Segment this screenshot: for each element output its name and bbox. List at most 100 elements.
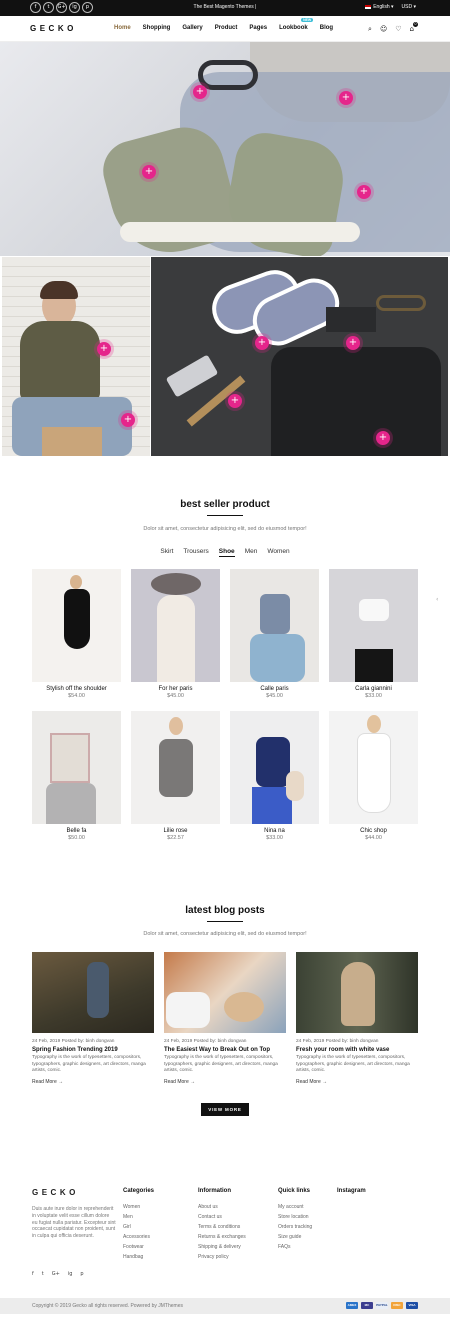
nav-home[interactable]: Home <box>114 25 131 31</box>
hotspot-plus-icon[interactable]: + <box>97 342 111 356</box>
hotspot-plus-icon[interactable]: + <box>228 394 242 408</box>
footer-link[interactable]: My account <box>278 1202 312 1212</box>
product-card[interactable]: For her paris $45.00 <box>131 569 220 699</box>
model-head <box>70 575 82 589</box>
footer-link[interactable]: Girl <box>123 1222 154 1232</box>
footer-link[interactable]: Size guide <box>278 1232 312 1242</box>
product-image[interactable] <box>32 711 121 824</box>
footer-link[interactable]: About us <box>198 1202 246 1212</box>
product-name[interactable]: For her paris <box>131 686 220 692</box>
nav-pages[interactable]: Pages <box>249 25 267 31</box>
footer-link[interactable]: Terms & conditions <box>198 1222 246 1232</box>
product-image[interactable] <box>329 569 418 682</box>
facebook-icon[interactable]: f <box>32 1271 34 1277</box>
tab-trousers[interactable]: Trousers <box>183 548 208 557</box>
read-more-link[interactable]: Read More → <box>164 1079 286 1085</box>
post-sneaker <box>166 992 210 1028</box>
blog-post-title[interactable]: The Easiest Way to Break Out on Top <box>164 1047 286 1053</box>
product-card[interactable]: Carla giannini $33.00 <box>329 569 418 699</box>
footer-social-links: f t G+ ig p <box>32 1271 84 1277</box>
tab-shoe[interactable]: Shoe <box>218 548 235 557</box>
tab-men[interactable]: Men <box>245 548 258 557</box>
footer-link[interactable]: Privacy policy <box>198 1252 246 1262</box>
hotspot-plus-icon[interactable]: + <box>376 431 390 445</box>
product-card[interactable]: Lilie rose $22.57 <box>131 711 220 841</box>
footer-link[interactable]: Returns & exchanges <box>198 1232 246 1242</box>
nav-lookbook[interactable]: Lookbook NEW <box>279 18 314 31</box>
heart-icon[interactable]: ♡ <box>395 25 401 34</box>
footer-link[interactable]: Women <box>123 1202 154 1212</box>
blog-post-card[interactable]: 24 Feb, 2019 Posted by: binh dongvan Spr… <box>32 952 154 1085</box>
language-selector[interactable]: English ▾ <box>365 4 394 10</box>
blog-subtitle: Dolor sit amet, consectetur adipisicing … <box>143 931 307 937</box>
footer-link[interactable]: Shipping & delivery <box>198 1242 246 1252</box>
product-card[interactable]: Belle fa $50.00 <box>32 711 121 841</box>
footer-link[interactable]: Men <box>123 1212 154 1222</box>
product-image[interactable] <box>131 569 220 682</box>
google-plus-icon[interactable]: G+ <box>52 1271 60 1277</box>
footer-link[interactable]: Handbag <box>123 1252 154 1262</box>
blog-post-card[interactable]: 24 Feb, 2019 Posted by: binh dongvan The… <box>164 952 286 1085</box>
blog-post-title[interactable]: Fresh your room with white vase <box>296 1047 418 1053</box>
product-name[interactable]: Nina na <box>230 828 319 834</box>
read-more-link[interactable]: Read More → <box>32 1079 154 1085</box>
hotspot-plus-icon[interactable]: + <box>346 336 360 350</box>
model-fur <box>286 771 304 801</box>
blog-post-image[interactable] <box>32 952 154 1033</box>
product-card[interactable]: Stylish off the shoulder $54.00 <box>32 569 121 699</box>
hotspot-plus-icon[interactable]: + <box>357 185 371 199</box>
footer-link[interactable]: Store location <box>278 1212 312 1222</box>
site-logo[interactable]: GECKO <box>30 24 77 33</box>
footer-logo[interactable]: GECKO <box>32 1188 79 1197</box>
best-seller-underline <box>207 515 243 516</box>
product-name[interactable]: Chic shop <box>329 828 418 834</box>
footer-link[interactable]: Accessories <box>123 1232 154 1242</box>
footer-link[interactable]: Footwear <box>123 1242 154 1252</box>
instagram-icon[interactable]: ig <box>68 1271 73 1277</box>
read-more-link[interactable]: Read More → <box>296 1079 418 1085</box>
product-image[interactable] <box>131 711 220 824</box>
view-more-button[interactable]: VIEW MORE <box>201 1103 249 1116</box>
user-icon[interactable]: ☺ <box>380 25 387 34</box>
tab-skirt[interactable]: Skirt <box>160 548 173 557</box>
product-name[interactable]: Stylish off the shoulder <box>32 686 121 692</box>
footer-link[interactable]: Orders tracking <box>278 1222 312 1232</box>
nav-blog[interactable]: Blog <box>320 25 333 31</box>
promo-label: The Best Magento Themes <box>193 4 254 10</box>
product-name[interactable]: Calle paris <box>230 686 319 692</box>
hotspot-plus-icon[interactable]: + <box>339 91 353 105</box>
language-label: English <box>373 4 390 10</box>
blog-post-image[interactable] <box>164 952 286 1033</box>
hotspot-plus-icon[interactable]: + <box>193 85 207 99</box>
hotspot-plus-icon[interactable]: + <box>121 413 135 427</box>
twitter-icon[interactable]: t <box>42 1271 44 1277</box>
nav-gallery[interactable]: Gallery <box>182 25 202 31</box>
hotspot-plus-icon[interactable]: + <box>142 165 156 179</box>
product-name[interactable]: Belle fa <box>32 828 121 834</box>
hero-sole <box>120 222 360 242</box>
product-name[interactable]: Lilie rose <box>131 828 220 834</box>
nav-shopping[interactable]: Shopping <box>143 25 171 31</box>
search-icon[interactable]: ⌕ <box>368 25 372 34</box>
product-card[interactable]: Calle paris $45.00 <box>230 569 319 699</box>
product-image[interactable] <box>32 569 121 682</box>
side-chevron-icon[interactable]: ‹ <box>436 596 448 603</box>
footer-link[interactable]: FAQs <box>278 1242 312 1252</box>
hotspot-plus-icon[interactable]: + <box>255 336 269 350</box>
nav-product[interactable]: Product <box>215 25 238 31</box>
footer-link[interactable]: Contact us <box>198 1212 246 1222</box>
blog-post-card[interactable]: 24 Feb, 2019 Posted by: binh dongvan Fre… <box>296 952 418 1085</box>
tab-women[interactable]: Women <box>267 548 289 557</box>
product-image[interactable] <box>329 711 418 824</box>
product-card[interactable]: Chic shop $44.00 <box>329 711 418 841</box>
blog-post-title[interactable]: Spring Fashion Trending 2019 <box>32 1047 154 1053</box>
pinterest-icon[interactable]: p <box>80 1271 83 1277</box>
product-image[interactable] <box>230 711 319 824</box>
currency-selector[interactable]: USD ▾ <box>402 4 416 10</box>
banner-stool <box>42 427 102 456</box>
product-name[interactable]: Carla giannini <box>329 686 418 692</box>
product-card[interactable]: Nina na $33.00 <box>230 711 319 841</box>
product-image[interactable] <box>230 569 319 682</box>
blog-post-image[interactable] <box>296 952 418 1033</box>
cart-icon[interactable]: ⌂ 0 <box>410 22 418 34</box>
